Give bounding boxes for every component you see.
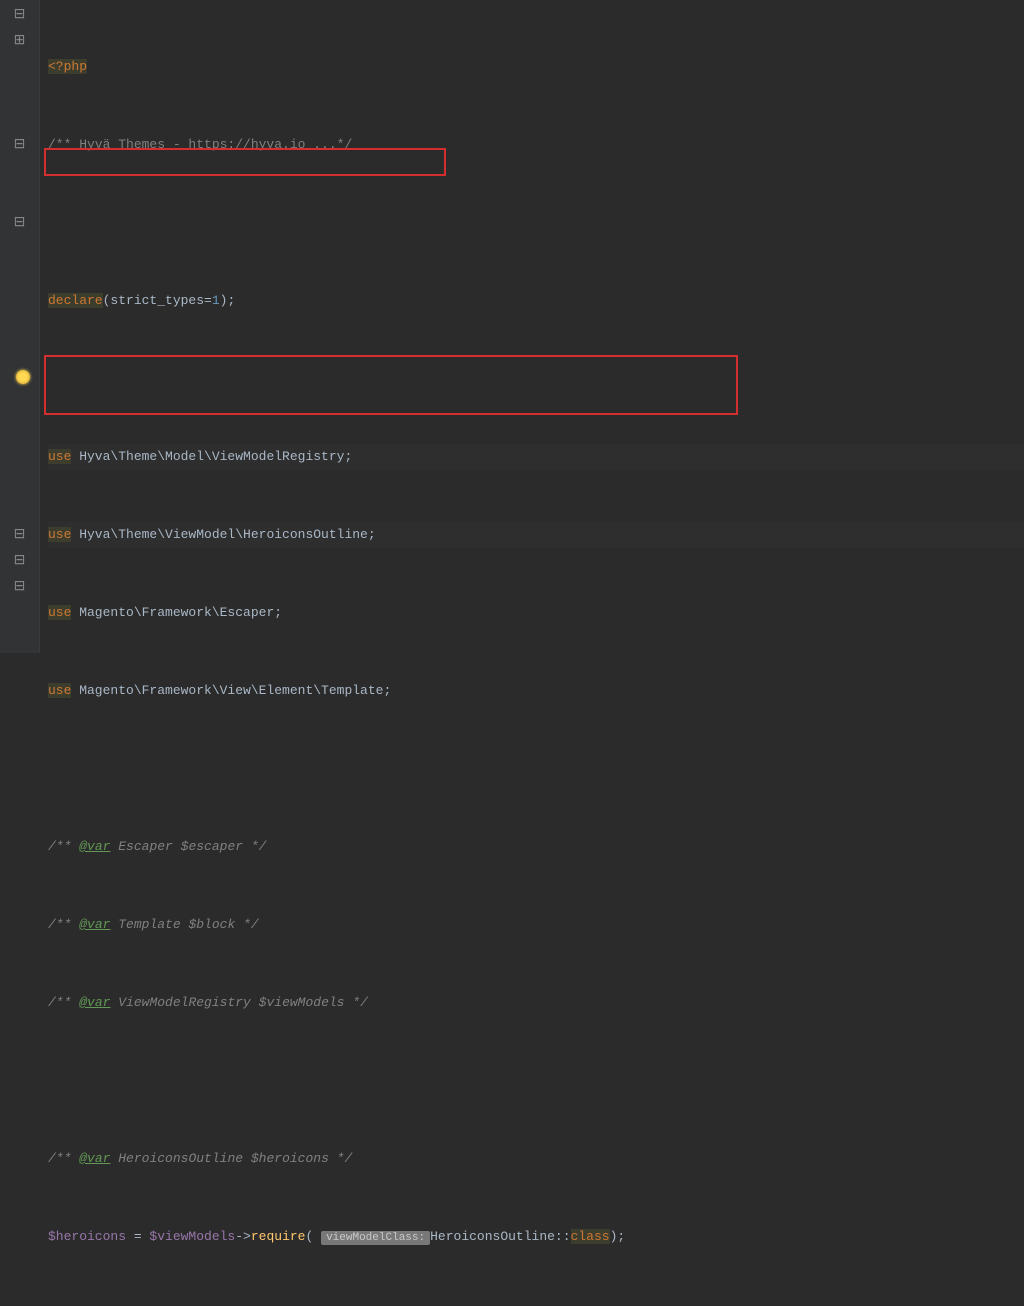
code-line: /** @var Escaper $escaper */ xyxy=(48,834,1024,860)
gutter-row xyxy=(0,314,39,340)
code-line xyxy=(48,210,1024,236)
code-line: use Magento\Framework\Escaper; xyxy=(48,600,1024,626)
gutter-row xyxy=(0,80,39,106)
variable: $viewModels xyxy=(149,1229,235,1244)
keyword: use xyxy=(48,527,71,542)
doc-comment: /** xyxy=(48,1151,79,1166)
code-line: use Magento\Framework\View\Element\Templ… xyxy=(48,678,1024,704)
comment-body: ViewModelRegistry $viewModels */ xyxy=(110,995,367,1010)
var-tag: @var xyxy=(79,839,110,854)
gutter-row xyxy=(0,106,39,132)
fold-icon[interactable]: ⊟ xyxy=(14,527,26,543)
gutter-row: ⊟ xyxy=(0,210,39,236)
comment-body: HeroiconsOutline $heroicons */ xyxy=(110,1151,352,1166)
variable: $heroicons xyxy=(48,1229,126,1244)
keyword: use xyxy=(48,605,71,620)
gutter-row xyxy=(0,496,39,522)
comment-body: Template $block */ xyxy=(110,917,258,932)
gutter-row xyxy=(0,600,39,626)
code-editor: ⊟ ⊞ ⊟ ⊟ ⊟ ⊟ ⊟ <?php /** Hyvä Themes - ht… xyxy=(0,0,1024,653)
code-line: /** @var Template $block */ xyxy=(48,912,1024,938)
code-line: $heroicons = $viewModels->require( viewM… xyxy=(48,1224,1024,1250)
namespace: Hyva\Theme\ViewModel\HeroiconsOutline; xyxy=(71,527,375,542)
php-open: <?php xyxy=(48,59,87,74)
gutter-row: ⊞ xyxy=(0,28,39,54)
gutter-row: ⊟ xyxy=(0,548,39,574)
fold-icon[interactable]: ⊞ xyxy=(14,33,26,49)
code-line: use Hyva\Theme\ViewModel\HeroiconsOutlin… xyxy=(48,522,1024,548)
fold-icon[interactable]: ⊟ xyxy=(14,7,26,23)
class-keyword: class xyxy=(571,1229,610,1244)
namespace: Magento\Framework\Escaper; xyxy=(71,605,282,620)
code-line xyxy=(48,366,1024,392)
code-line: /** @var HeroiconsOutline $heroicons */ xyxy=(48,1146,1024,1172)
gutter-row xyxy=(0,262,39,288)
gutter-row xyxy=(0,340,39,366)
text: -> xyxy=(235,1229,251,1244)
gutter-row xyxy=(0,626,39,652)
gutter: ⊟ ⊞ ⊟ ⊟ ⊟ ⊟ ⊟ xyxy=(0,0,40,653)
var-tag: @var xyxy=(79,995,110,1010)
lightbulb-icon[interactable] xyxy=(16,370,30,384)
text: ); xyxy=(220,293,236,308)
gutter-row xyxy=(0,444,39,470)
code-line xyxy=(48,1302,1024,1306)
gutter-row xyxy=(0,470,39,496)
code-line xyxy=(48,1068,1024,1094)
fold-icon[interactable]: ⊟ xyxy=(14,137,26,153)
gutter-row: ⊟ xyxy=(0,522,39,548)
namespace: Hyva\Theme\Model\ViewModelRegistry; xyxy=(71,449,352,464)
keyword: declare xyxy=(48,293,103,308)
doc-comment: /** xyxy=(48,839,79,854)
fold-icon[interactable]: ⊟ xyxy=(14,553,26,569)
gutter-row xyxy=(0,54,39,80)
var-tag: @var xyxy=(79,917,110,932)
text: ( xyxy=(305,1229,321,1244)
gutter-row: ⊟ xyxy=(0,574,39,600)
gutter-row: ⊟ xyxy=(0,132,39,158)
gutter-row xyxy=(0,184,39,210)
gutter-row xyxy=(0,288,39,314)
var-tag: @var xyxy=(79,1151,110,1166)
gutter-row: ⊟ xyxy=(0,2,39,28)
code-line: /** Hyvä Themes - https://hyva.io ...*/ xyxy=(48,132,1024,158)
number: 1 xyxy=(212,293,220,308)
param-hint: viewModelClass: xyxy=(321,1231,430,1245)
keyword: use xyxy=(48,683,71,698)
code-line: use Hyva\Theme\Model\ViewModelRegistry; xyxy=(48,444,1024,470)
code-line: declare(strict_types=1); xyxy=(48,288,1024,314)
gutter-row xyxy=(0,392,39,418)
doc-comment: /** xyxy=(48,995,79,1010)
code-line xyxy=(48,756,1024,782)
doc-comment: /** Hyvä Themes - https://hyva.io ...*/ xyxy=(48,137,352,152)
comment-body: Escaper $escaper */ xyxy=(110,839,266,854)
method: require xyxy=(251,1229,306,1244)
namespace: Magento\Framework\View\Element\Template; xyxy=(71,683,391,698)
fold-icon[interactable]: ⊟ xyxy=(14,579,26,595)
gutter-row xyxy=(0,236,39,262)
gutter-row xyxy=(0,158,39,184)
code-line: <?php xyxy=(48,54,1024,80)
gutter-row xyxy=(0,418,39,444)
code-line: /** @var ViewModelRegistry $viewModels *… xyxy=(48,990,1024,1016)
class-ref: HeroiconsOutline:: xyxy=(430,1229,570,1244)
text: = xyxy=(126,1229,149,1244)
keyword: use xyxy=(48,449,71,464)
code-area[interactable]: <?php /** Hyvä Themes - https://hyva.io … xyxy=(40,0,1024,653)
doc-comment: /** xyxy=(48,917,79,932)
text: (strict_types= xyxy=(103,293,212,308)
text: ); xyxy=(610,1229,626,1244)
fold-icon[interactable]: ⊟ xyxy=(14,215,26,231)
